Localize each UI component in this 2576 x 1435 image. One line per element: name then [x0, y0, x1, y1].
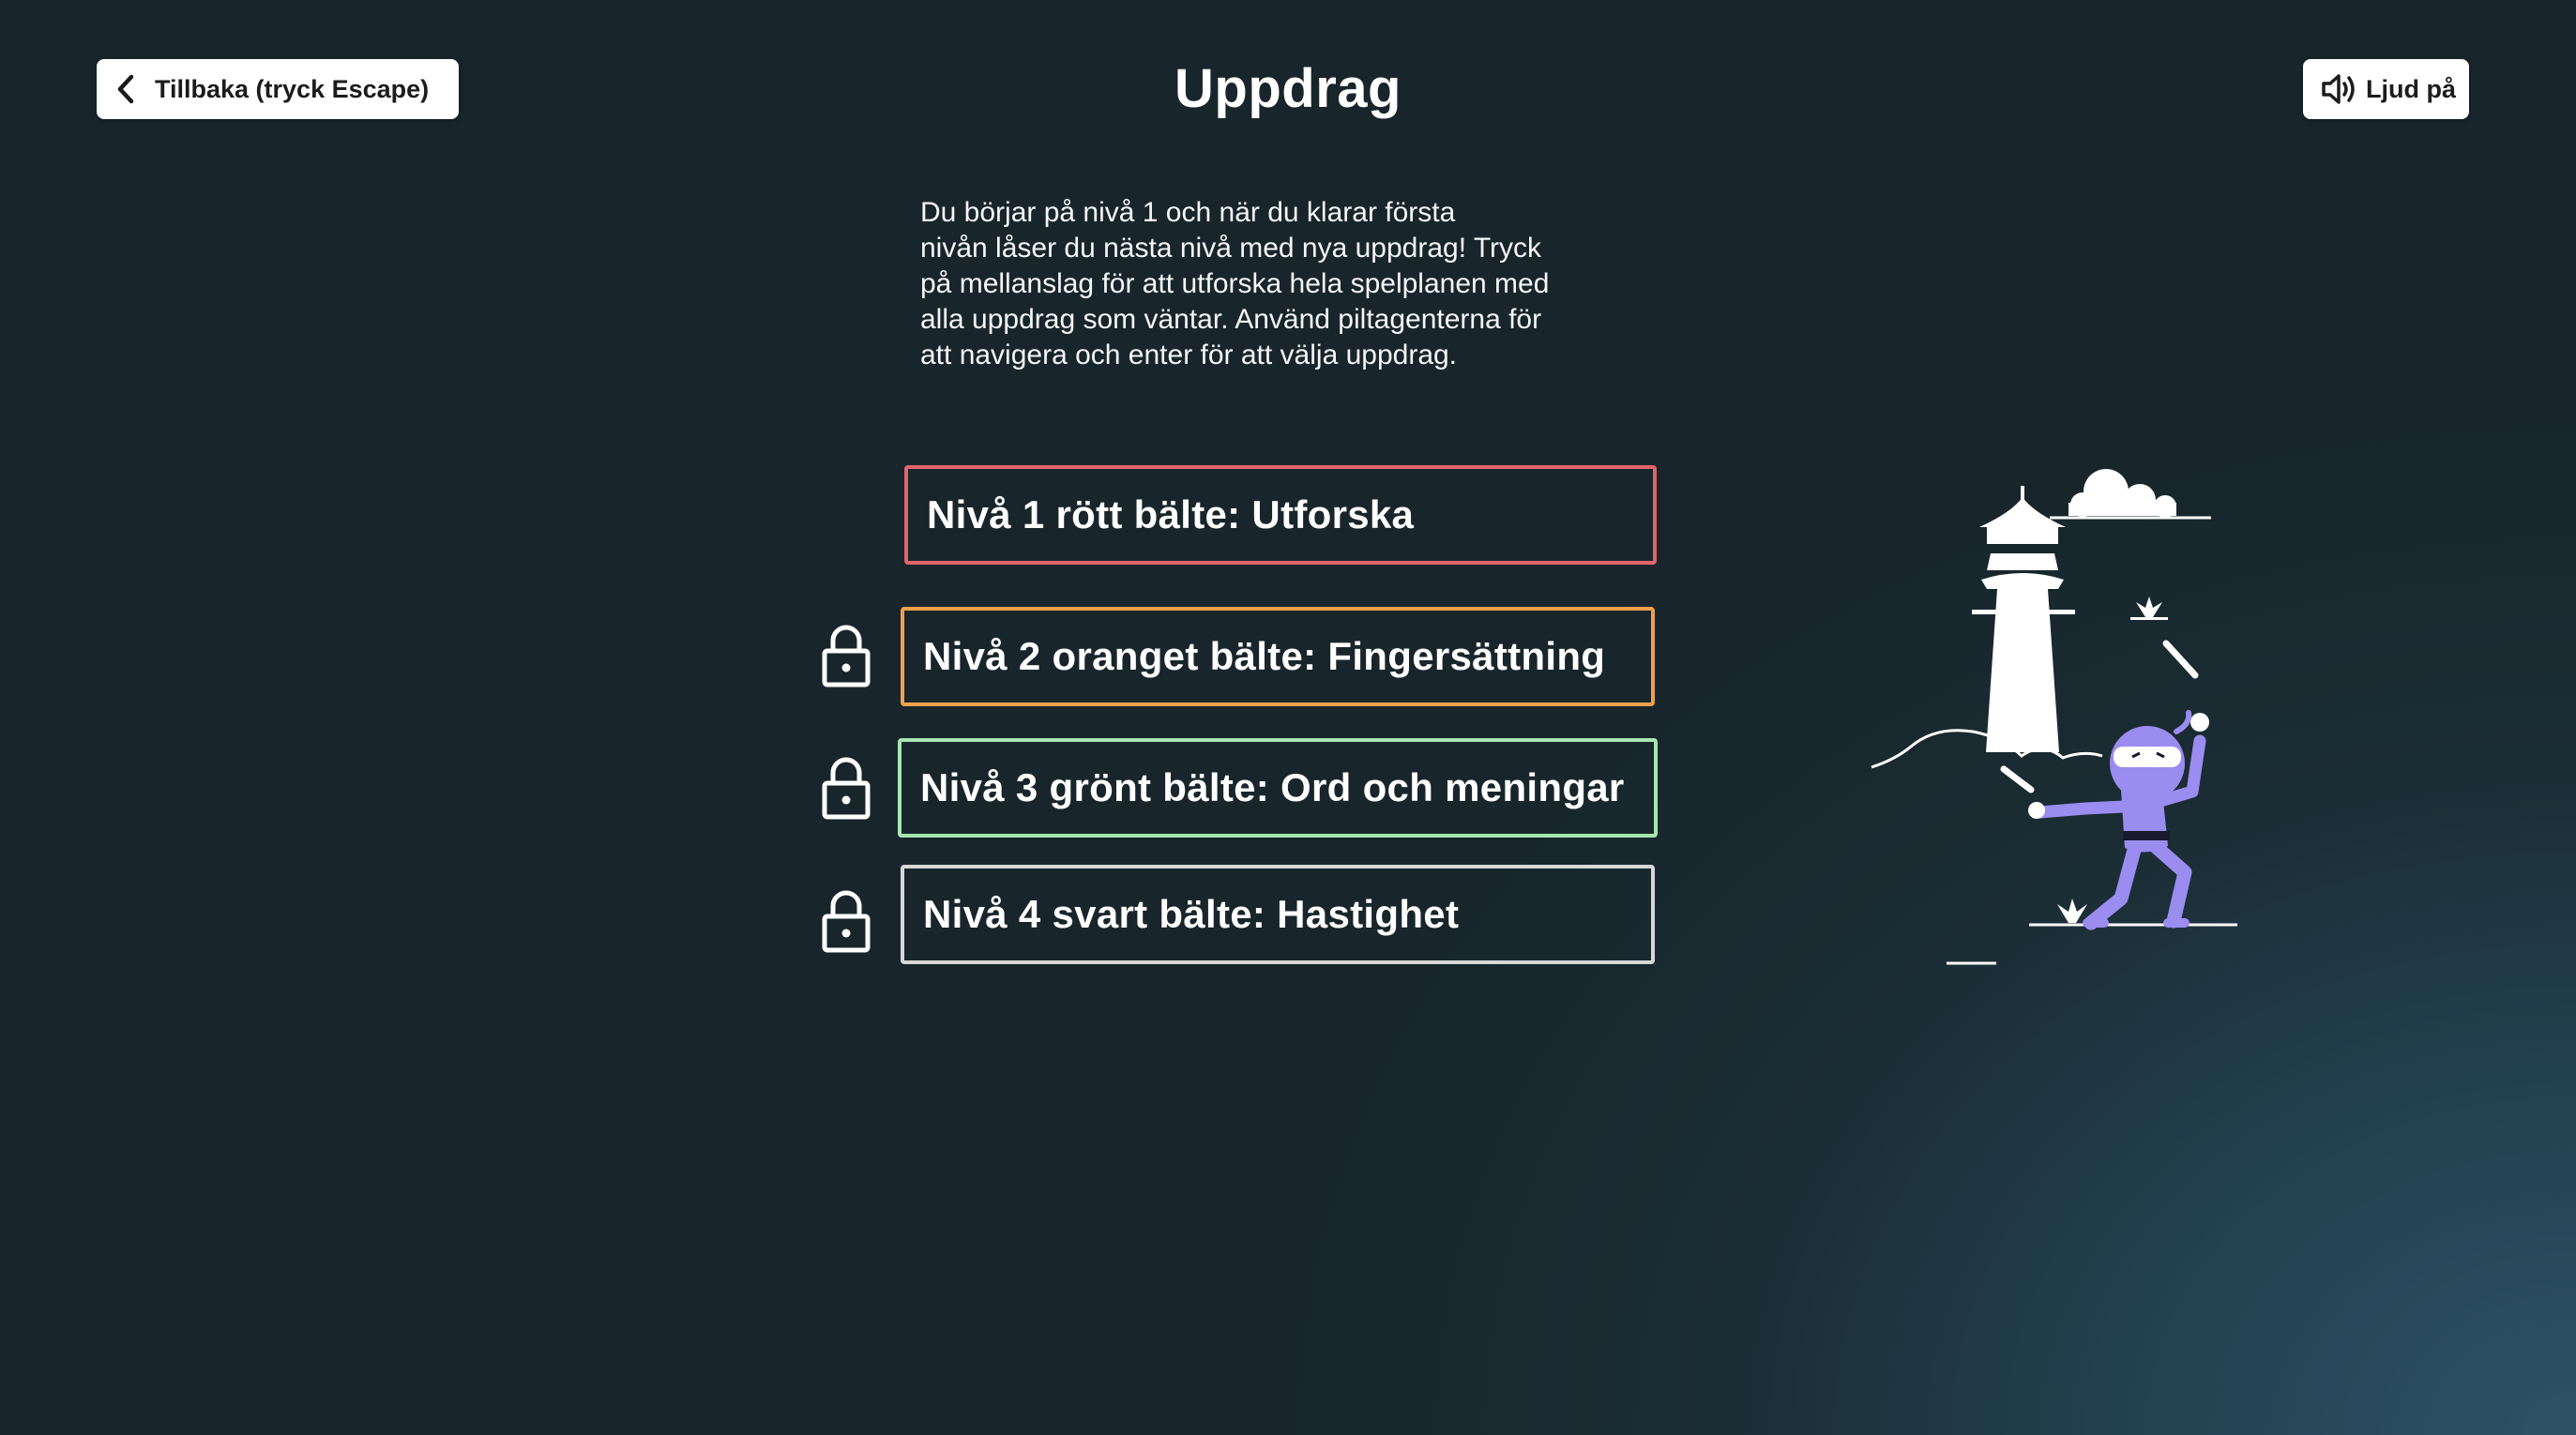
level-4-button[interactable]: Nivå 4 svart bälte: Hastighet: [901, 865, 1655, 964]
sound-button-label: Ljud på: [2366, 74, 2456, 103]
cloud-icon: [2068, 469, 2176, 518]
flower-icon: [2130, 597, 2168, 620]
ninja-illustration: [1871, 469, 2237, 965]
level-3-button[interactable]: Nivå 3 grönt bälte: Ord och meningar: [898, 738, 1658, 838]
page-title: Uppdrag: [1174, 58, 1402, 119]
level-2-button[interactable]: Nivå 2 oranget bälte: Fingersättning: [901, 607, 1655, 706]
level-4-label: Nivå 4 svart bälte: Hastighet: [923, 892, 1460, 936]
level-1-button[interactable]: Nivå 1 rött bälte: Utforska: [904, 465, 1657, 565]
level-1-label: Nivå 1 rött bälte: Utforska: [927, 492, 1415, 536]
flower-icon: [2057, 899, 2087, 923]
tower-icon: [1972, 486, 2075, 752]
speaker-icon: [2322, 74, 2355, 104]
sound-toggle-button[interactable]: Ljud på: [2303, 59, 2469, 119]
intro-text: Du börjar på nivå 1 och när du klarar fö…: [920, 197, 1550, 370]
lock-icon: [822, 625, 871, 687]
level-2-label: Nivå 2 oranget bälte: Fingersättning: [923, 634, 1606, 678]
level-3-label: Nivå 3 grönt bälte: Ord och meningar: [920, 765, 1625, 809]
lock-icon: [822, 757, 871, 820]
lock-icon: [822, 890, 871, 953]
